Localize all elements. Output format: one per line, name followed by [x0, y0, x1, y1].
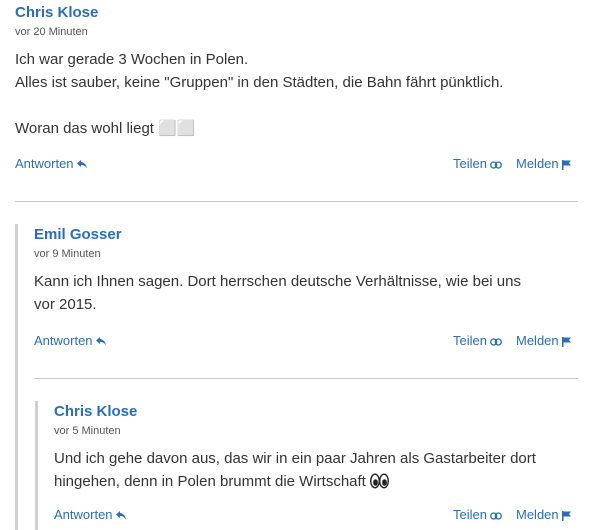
comment-timestamp: vor 20 Minuten	[15, 26, 88, 38]
reply-icon	[76, 160, 87, 169]
comment-line: hingehen, denn in Polen brummt die Wirts…	[54, 470, 589, 496]
comment-divider	[15, 201, 578, 202]
reply-thread-line	[35, 401, 38, 530]
share-link-icon	[490, 337, 502, 346]
share-label: Teilen	[453, 156, 487, 171]
share-link-icon	[490, 160, 502, 169]
comment-line-text: hingehen, denn in Polen brummt die Wirts…	[54, 473, 366, 490]
reply-label: Antworten	[54, 507, 113, 522]
reply-button[interactable]: Antworten	[54, 507, 126, 523]
flag-icon	[561, 159, 571, 170]
reply-icon	[115, 511, 126, 520]
report-button[interactable]: Melden	[516, 507, 571, 523]
report-label: Melden	[516, 333, 559, 348]
reply-label: Antworten	[15, 156, 74, 171]
share-button[interactable]: Teilen	[453, 156, 502, 172]
reply-button[interactable]: Antworten	[15, 156, 87, 172]
reply-icon	[95, 337, 106, 346]
reply-button[interactable]: Antworten	[34, 333, 106, 349]
comment-divider	[34, 378, 578, 379]
share-label: Teilen	[453, 507, 487, 522]
reply-comment: Emil Gosser vor 9 Minuten Kann ich Ihnen…	[34, 226, 584, 316]
comment-line: Und ich gehe davon aus, das wir in ein p…	[54, 450, 536, 467]
comment-line	[15, 94, 585, 117]
reply-thread-line	[15, 224, 18, 530]
comment-body: Ich war gerade 3 Wochen in Polen. Alles …	[15, 48, 585, 140]
comment-body: Und ich gehe davon aus, das wir in ein p…	[54, 447, 589, 496]
comment-body: Kann ich Ihnen sagen. Dort herrschen deu…	[34, 270, 584, 316]
report-button[interactable]: Melden	[516, 333, 571, 349]
comment: Chris Klose vor 20 Minuten Ich war gerad…	[15, 4, 585, 140]
comment-author[interactable]: Chris Klose	[54, 403, 589, 421]
report-label: Melden	[516, 507, 559, 522]
flag-icon	[561, 510, 571, 521]
comment-line: Ich war gerade 3 Wochen in Polen.	[15, 51, 249, 68]
comment-timestamp: vor 9 Minuten	[34, 248, 101, 260]
share-button[interactable]: Teilen	[453, 507, 502, 523]
share-button[interactable]: Teilen	[453, 333, 502, 349]
comment-author[interactable]: Emil Gosser	[34, 226, 584, 244]
report-label: Melden	[516, 156, 559, 171]
comment-author[interactable]: Chris Klose	[15, 4, 585, 22]
comment-line: Woran das wohl liegt ⬜⬜	[15, 120, 196, 137]
eyes-emoji-icon	[370, 473, 390, 496]
comment-line: Alles ist sauber, keine "Gruppen" in den…	[15, 74, 504, 91]
report-button[interactable]: Melden	[516, 156, 571, 172]
flag-icon	[561, 336, 571, 347]
comment-timestamp: vor 5 Minuten	[54, 425, 121, 437]
share-link-icon	[490, 511, 502, 520]
reply-comment: Chris Klose vor 5 Minuten Und ich gehe d…	[54, 403, 589, 496]
reply-label: Antworten	[34, 333, 93, 348]
share-label: Teilen	[453, 333, 487, 348]
comment-line: vor 2015.	[34, 296, 97, 313]
comment-line: Kann ich Ihnen sagen. Dort herrschen deu…	[34, 273, 521, 290]
